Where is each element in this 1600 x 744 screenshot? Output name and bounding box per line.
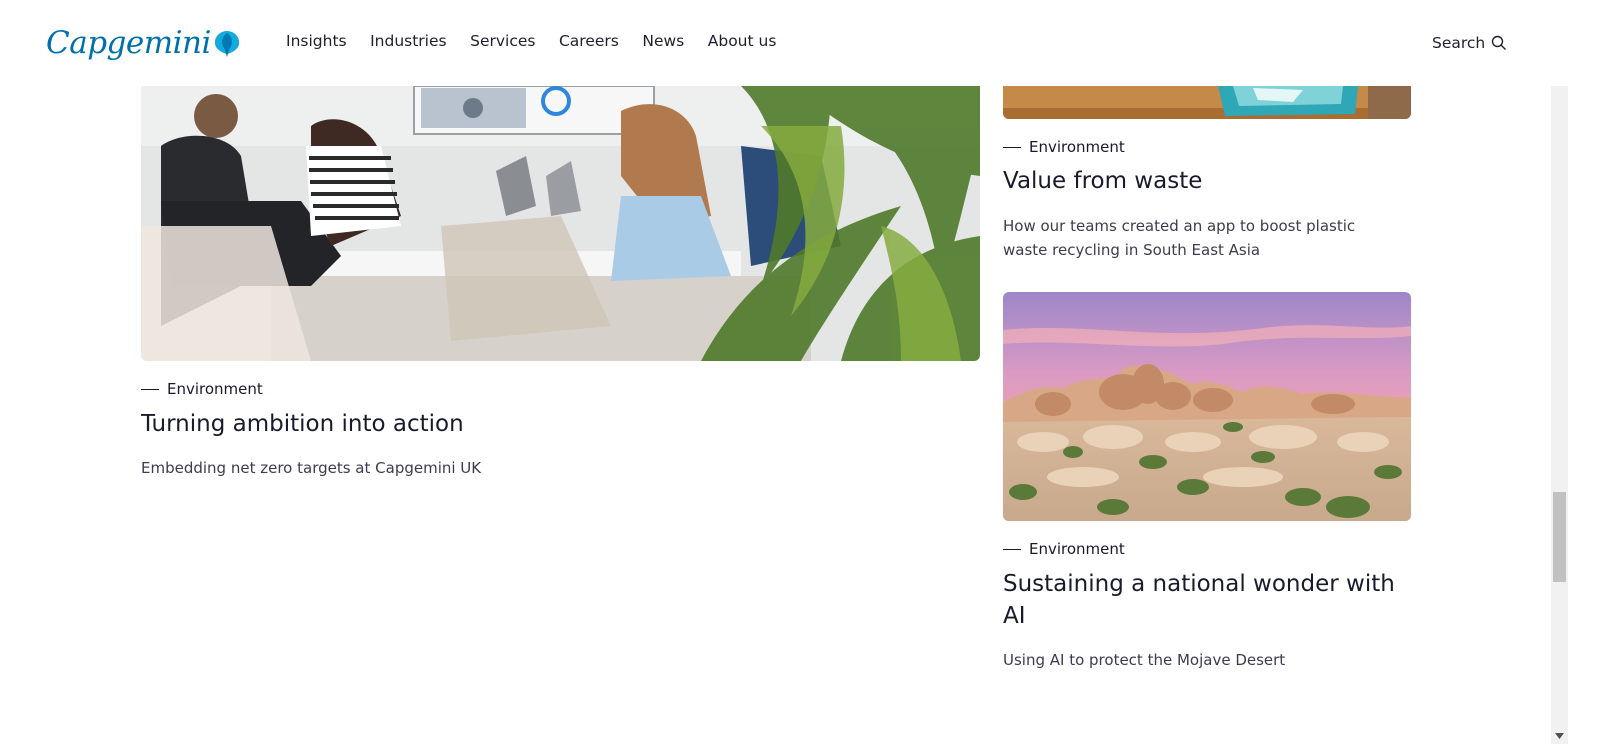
nav-insights[interactable]: Insights (286, 29, 347, 53)
nav-services[interactable]: Services (470, 29, 535, 53)
site-header: Capgemini Insights Industries Services C… (0, 0, 1584, 86)
nav-news[interactable]: News (642, 29, 684, 53)
tag-dash (1003, 146, 1021, 148)
nav-industries[interactable]: Industries (370, 29, 447, 53)
logo-wordmark: Capgemini (46, 24, 211, 61)
page-scrollbar[interactable] (1551, 0, 1568, 744)
mojave-desert-image[interactable] (1003, 292, 1411, 521)
main-nav: Insights Industries Services Careers New… (286, 29, 800, 53)
spade-logo-icon (214, 31, 240, 57)
capgemini-logo[interactable]: Capgemini (46, 20, 242, 66)
search-label: Search (1432, 34, 1486, 52)
tag-label: Environment (167, 380, 263, 398)
card-description: Embedding net zero targets at Capgemini … (141, 459, 482, 477)
card-title-link[interactable]: Turning ambition into action (141, 408, 464, 440)
tag-dash (1003, 548, 1021, 550)
waste-recycling-image[interactable] (1003, 86, 1411, 119)
search-button[interactable]: Search (1432, 31, 1507, 55)
nav-careers[interactable]: Careers (559, 29, 619, 53)
office-meeting-image[interactable] (141, 86, 980, 361)
card-title-link[interactable]: Value from waste (1003, 165, 1202, 197)
office-meeting-illustration (141, 86, 980, 361)
card-title-line: AI (1003, 603, 1026, 629)
category-tag: Environment (141, 380, 263, 398)
card-title-line: Sustaining a national wonder with (1003, 571, 1395, 597)
tag-label: Environment (1029, 138, 1125, 156)
card-description-line: How our teams created an app to boost pl… (1003, 217, 1356, 235)
card-description: How our teams created an app to boost pl… (1003, 214, 1355, 262)
tag-label: Environment (1029, 540, 1125, 558)
search-icon (1492, 35, 1507, 50)
nav-about-us[interactable]: About us (708, 29, 777, 53)
waste-recycling-illustration (1003, 86, 1411, 119)
scroll-down-arrow-icon[interactable] (1551, 727, 1568, 744)
category-tag: Environment (1003, 540, 1125, 558)
card-description: Using AI to protect the Mojave Desert (1003, 651, 1286, 669)
scrollbar-thumb[interactable] (1553, 492, 1566, 582)
tag-dash (141, 388, 159, 390)
card-title-link[interactable]: Sustaining a national wonder with AI (1003, 568, 1395, 632)
category-tag: Environment (1003, 138, 1125, 156)
card-description-line: waste recycling in South East Asia (1003, 241, 1261, 259)
desert-illustration (1003, 292, 1411, 521)
